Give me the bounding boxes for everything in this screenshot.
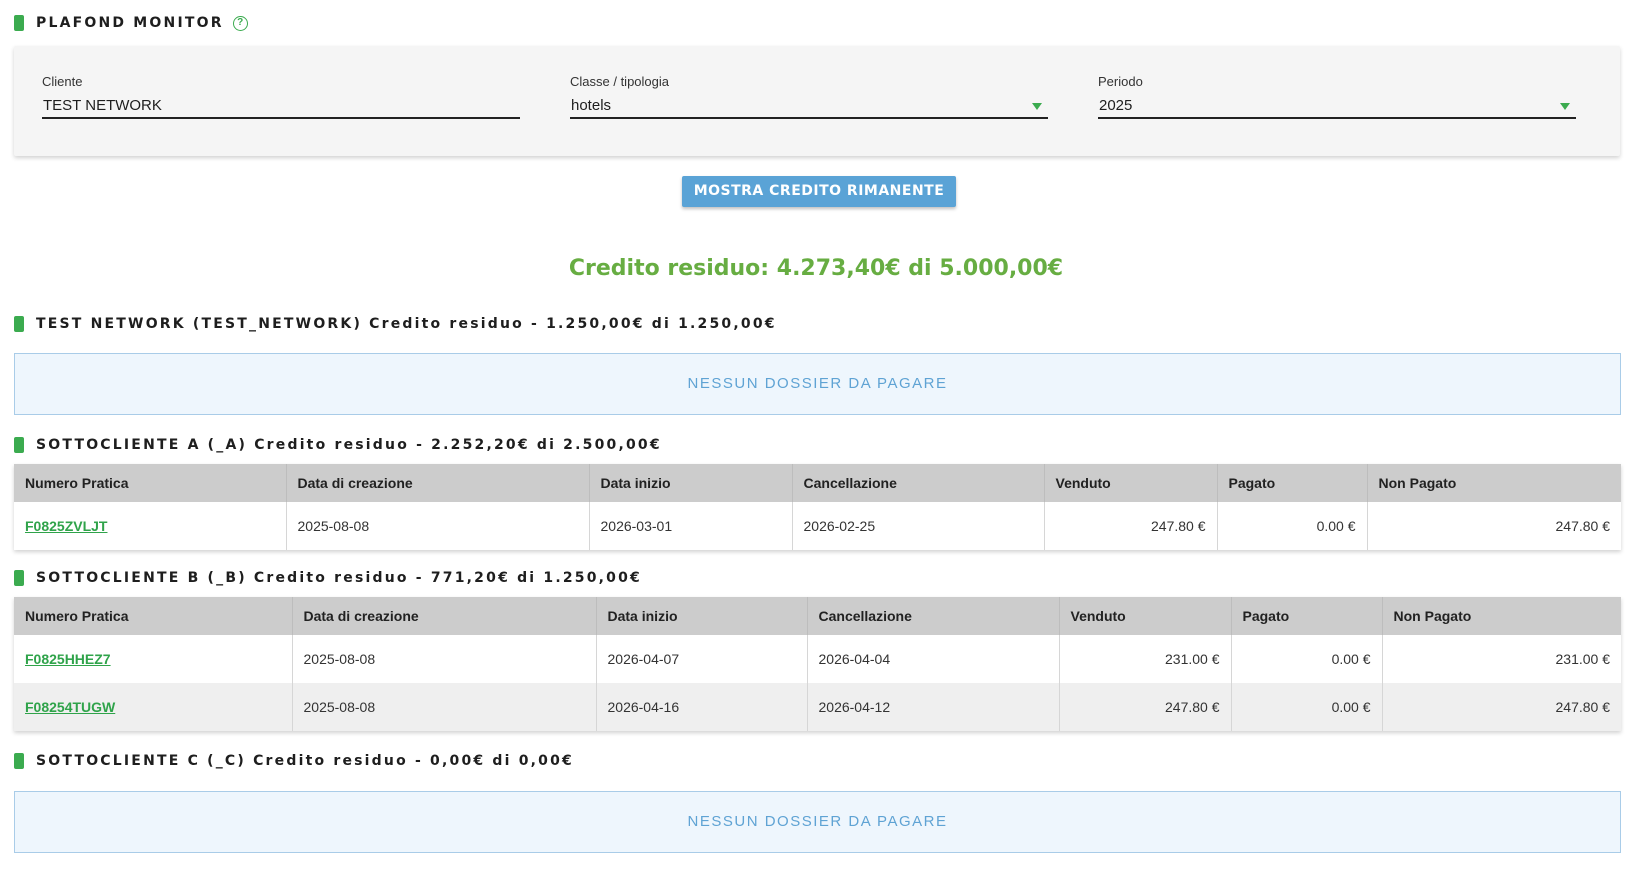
pagato-cell: 0.00 € <box>1231 683 1383 731</box>
section-marker <box>14 437 24 453</box>
section-marker <box>14 316 24 332</box>
pratica-link[interactable]: F0825ZVLJT <box>25 518 107 534</box>
periodo-field[interactable]: Periodo 2025 <box>1098 74 1576 119</box>
cliente-label: Cliente <box>42 74 83 89</box>
filters-panel: Cliente TEST NETWORK Classe / tipologia … <box>14 46 1620 156</box>
column-header[interactable]: Non Pagato <box>1382 597 1621 635</box>
table-header-row: Numero Pratica Data di creazione Data in… <box>14 597 1621 635</box>
column-header[interactable]: Cancellazione <box>792 464 1045 502</box>
data-creazione-cell: 2025-08-08 <box>286 502 590 550</box>
cancellazione-cell: 2026-04-04 <box>807 635 1060 683</box>
table-header-row: Numero Pratica Data di creazione Data in… <box>14 464 1621 502</box>
classe-select[interactable]: hotels <box>570 97 1048 119</box>
cliente-input[interactable]: TEST NETWORK <box>42 97 520 119</box>
classe-field[interactable]: Classe / tipologia hotels <box>570 74 1048 119</box>
cancellazione-cell: 2026-02-25 <box>792 502 1045 550</box>
table-row: F08254TUGW 2025-08-08 2026-04-16 2026-04… <box>14 683 1621 731</box>
non-pagato-cell: 247.80 € <box>1382 683 1621 731</box>
table-sub-b: Numero Pratica Data di creazione Data in… <box>14 597 1621 731</box>
table-sub-a: Numero Pratica Data di creazione Data in… <box>14 464 1621 550</box>
numero-pratica-cell: F08254TUGW <box>14 683 293 731</box>
column-header[interactable]: Numero Pratica <box>14 597 293 635</box>
non-pagato-cell: 247.80 € <box>1367 502 1621 550</box>
column-header[interactable]: Cancellazione <box>807 597 1060 635</box>
venduto-cell: 247.80 € <box>1059 683 1232 731</box>
column-header[interactable]: Venduto <box>1059 597 1232 635</box>
column-header[interactable]: Pagato <box>1217 464 1368 502</box>
periodo-label: Periodo <box>1098 74 1143 89</box>
section-sub-a-title: SOTTOCLIENTE A (_A) Credito residuo - 2.… <box>36 437 662 453</box>
section-sub-c-title: SOTTOCLIENTE C (_C) Credito residuo - 0,… <box>36 753 574 769</box>
data-inizio-cell: 2026-03-01 <box>589 502 793 550</box>
column-header[interactable]: Pagato <box>1231 597 1383 635</box>
table-row: F0825ZVLJT 2025-08-08 2026-03-01 2026-02… <box>14 502 1621 550</box>
empty-dossier-box: NESSUN DOSSIER DA PAGARE <box>14 791 1621 853</box>
column-header[interactable]: Venduto <box>1044 464 1218 502</box>
venduto-cell: 247.80 € <box>1044 502 1218 550</box>
pagato-cell: 0.00 € <box>1217 502 1368 550</box>
pagato-cell: 0.00 € <box>1231 635 1383 683</box>
periodo-value: 2025 <box>1099 97 1133 114</box>
chevron-down-icon[interactable] <box>1032 103 1042 110</box>
page-title: PLAFOND MONITOR <box>36 15 224 31</box>
credit-total: Credito residuo: 4.273,40€ di 5.000,00€ <box>568 256 1064 281</box>
section-sub-c: SOTTOCLIENTE C (_C) Credito residuo - 0,… <box>14 751 574 771</box>
classe-label: Classe / tipologia <box>570 74 669 89</box>
data-creazione-cell: 2025-08-08 <box>292 635 597 683</box>
section-marker <box>14 570 24 586</box>
section-sub-b: SOTTOCLIENTE B (_B) Credito residuo - 77… <box>14 568 642 588</box>
data-inizio-cell: 2026-04-16 <box>596 683 808 731</box>
periodo-select[interactable]: 2025 <box>1098 97 1576 119</box>
chevron-down-icon[interactable] <box>1560 103 1570 110</box>
section-network-title: TEST NETWORK (TEST_NETWORK) Credito resi… <box>36 316 777 332</box>
page-header: PLAFOND MONITOR ? <box>14 13 248 33</box>
cliente-field[interactable]: Cliente TEST NETWORK <box>42 74 520 119</box>
classe-value: hotels <box>571 97 612 114</box>
column-header[interactable]: Non Pagato <box>1367 464 1621 502</box>
non-pagato-cell: 231.00 € <box>1382 635 1621 683</box>
section-network: TEST NETWORK (TEST_NETWORK) Credito resi… <box>14 314 777 334</box>
section-sub-a: SOTTOCLIENTE A (_A) Credito residuo - 2.… <box>14 435 662 455</box>
empty-dossier-box: NESSUN DOSSIER DA PAGARE <box>14 353 1621 415</box>
column-header[interactable]: Data di creazione <box>292 597 597 635</box>
show-credit-button[interactable]: MOSTRA CREDITO RIMANENTE <box>682 176 956 207</box>
column-header[interactable]: Numero Pratica <box>14 464 287 502</box>
pratica-link[interactable]: F0825HHEZ7 <box>25 651 111 667</box>
numero-pratica-cell: F0825HHEZ7 <box>14 635 293 683</box>
column-header[interactable]: Data di creazione <box>286 464 590 502</box>
section-marker <box>14 753 24 769</box>
column-header[interactable]: Data inizio <box>596 597 808 635</box>
help-icon[interactable]: ? <box>232 15 248 31</box>
column-header[interactable]: Data inizio <box>589 464 793 502</box>
numero-pratica-cell: F0825ZVLJT <box>14 502 287 550</box>
cancellazione-cell: 2026-04-12 <box>807 683 1060 731</box>
table-row: F0825HHEZ7 2025-08-08 2026-04-07 2026-04… <box>14 635 1621 683</box>
pratica-link[interactable]: F08254TUGW <box>25 699 115 715</box>
data-inizio-cell: 2026-04-07 <box>596 635 808 683</box>
venduto-cell: 231.00 € <box>1059 635 1232 683</box>
section-sub-b-title: SOTTOCLIENTE B (_B) Credito residuo - 77… <box>36 570 642 586</box>
section-marker <box>14 15 24 31</box>
data-creazione-cell: 2025-08-08 <box>292 683 597 731</box>
